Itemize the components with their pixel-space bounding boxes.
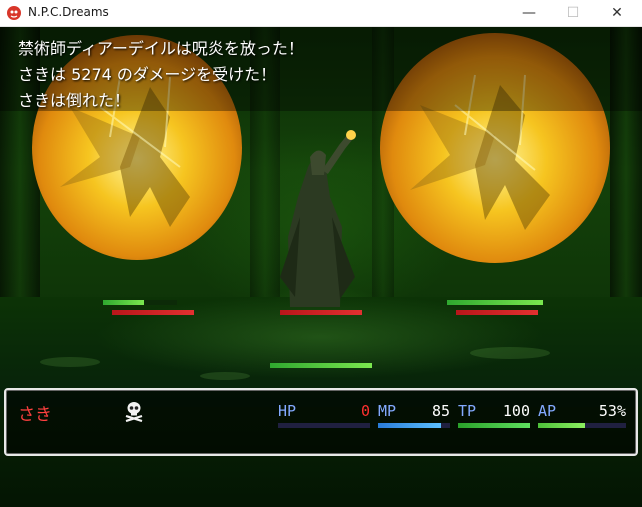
enemy-mage-sprite[interactable] (270, 127, 370, 312)
hp-stat: HP 0 (278, 402, 370, 428)
enemy-left-hp-fill (103, 300, 144, 305)
close-icon: ✕ (611, 5, 623, 21)
ap-label: AP (538, 402, 557, 420)
enemy-right-hp-fill (447, 300, 543, 305)
mp-bar-fill (378, 423, 442, 428)
tp-bar (458, 423, 530, 428)
tp-label: TP (458, 402, 477, 420)
ap-bar-fill (538, 423, 585, 428)
enemy-right-hp-gauge (447, 300, 543, 305)
mp-stat: MP 85 (378, 402, 450, 428)
actor-name[interactable]: さき (18, 400, 52, 425)
mp-value: 85 (431, 402, 450, 420)
close-button[interactable]: ✕ (594, 0, 640, 26)
mp-label: MP (378, 402, 397, 420)
ap-value: 53% (598, 402, 626, 420)
maximize-icon: ☐ (566, 5, 580, 21)
mage-gauge-fill (270, 363, 372, 368)
tp-stat: TP 100 (458, 402, 530, 428)
window-titlebar: N.P.C.Dreams — ☐ ✕ (0, 0, 642, 27)
ap-bar (538, 423, 626, 428)
battle-log-line: 禁術師ディアーデイルは呪炎を放った！ (18, 39, 304, 58)
enemy-left-hp-gauge (103, 300, 177, 305)
battle-scene: 禁術師ディアーデイルは呪炎を放った！ さきは 5274 のダメージを受けた！ さ… (0, 27, 642, 507)
puddle (200, 372, 250, 380)
puddle (470, 347, 550, 359)
mp-bar (378, 423, 450, 428)
enemy-right-damage-gauge (456, 310, 538, 315)
app-icon (7, 6, 21, 20)
hp-value: 0 (360, 402, 370, 420)
mage-gauge (270, 363, 372, 368)
skull-icon (125, 402, 143, 422)
battle-log-line: さきは倒れた！ (18, 91, 131, 110)
hp-label: HP (278, 402, 297, 420)
battle-log-line: さきは 5274 のダメージを受けた！ (18, 65, 277, 84)
window-title: N.P.C.Dreams (28, 5, 109, 19)
enemy-center-damage-gauge (280, 310, 362, 315)
enemy-left-damage-gauge (112, 310, 194, 315)
puddle (40, 357, 100, 367)
tp-value: 100 (502, 402, 530, 420)
tp-bar-fill (458, 423, 530, 428)
hp-bar (278, 423, 370, 428)
ap-stat: AP 53% (538, 402, 626, 428)
maximize-button[interactable]: ☐ (550, 0, 596, 26)
minimize-icon: — (522, 5, 536, 21)
minimize-button[interactable]: — (506, 0, 552, 26)
battle-log: 禁術師ディアーデイルは呪炎を放った！ さきは 5274 のダメージを受けた！ さ… (0, 27, 642, 111)
party-status-window: さき HP 0 MP 85 TP 100 AP 53% (4, 388, 638, 456)
